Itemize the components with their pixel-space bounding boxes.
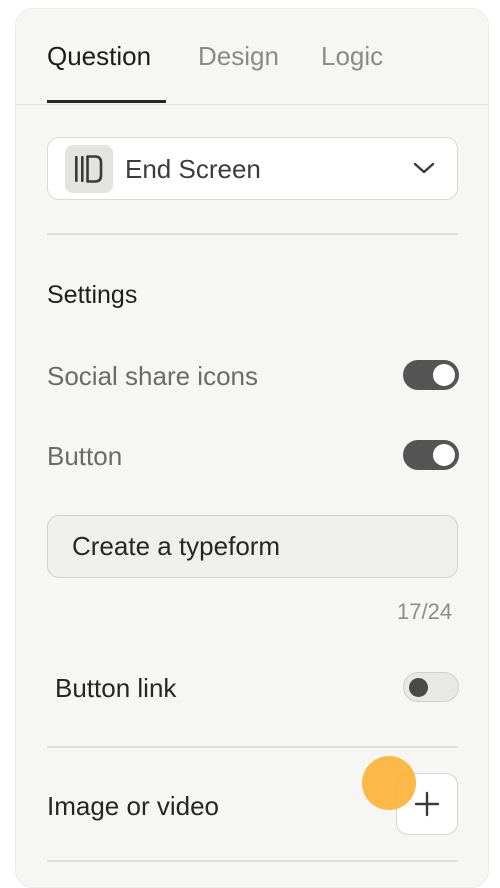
button-link-toggle[interactable] [403,672,459,702]
image-or-video-label: Image or video [47,791,219,821]
tab-logic[interactable]: Logic [321,41,383,72]
toggle-knob [433,364,455,386]
end-screen-icon [65,145,113,193]
plus-icon [414,791,440,817]
divider [47,860,458,862]
tab-question[interactable]: Question [47,41,151,72]
question-type-select[interactable]: End Screen [47,137,458,200]
cursor-highlight [362,756,416,810]
divider [47,746,458,748]
button-label: Button [47,441,123,471]
button-text-input[interactable] [47,515,458,578]
settings-heading: Settings [47,281,138,309]
social-share-icons-toggle[interactable] [403,360,459,390]
question-settings-panel: Question Design Logic End Screen Setting… [15,8,489,888]
chevron-down-icon [413,162,435,174]
button-toggle[interactable] [403,440,459,470]
question-type-label: End Screen [125,154,261,184]
character-counter: 17/24 [397,599,453,624]
active-tab-indicator [47,100,166,103]
toggle-knob [433,444,455,466]
toggle-knob [409,678,428,697]
divider [47,233,458,235]
panel-tabs: Question Design Logic [16,9,488,105]
social-share-icons-label: Social share icons [47,361,258,391]
button-link-label: Button link [55,673,177,703]
tab-design[interactable]: Design [198,41,279,72]
